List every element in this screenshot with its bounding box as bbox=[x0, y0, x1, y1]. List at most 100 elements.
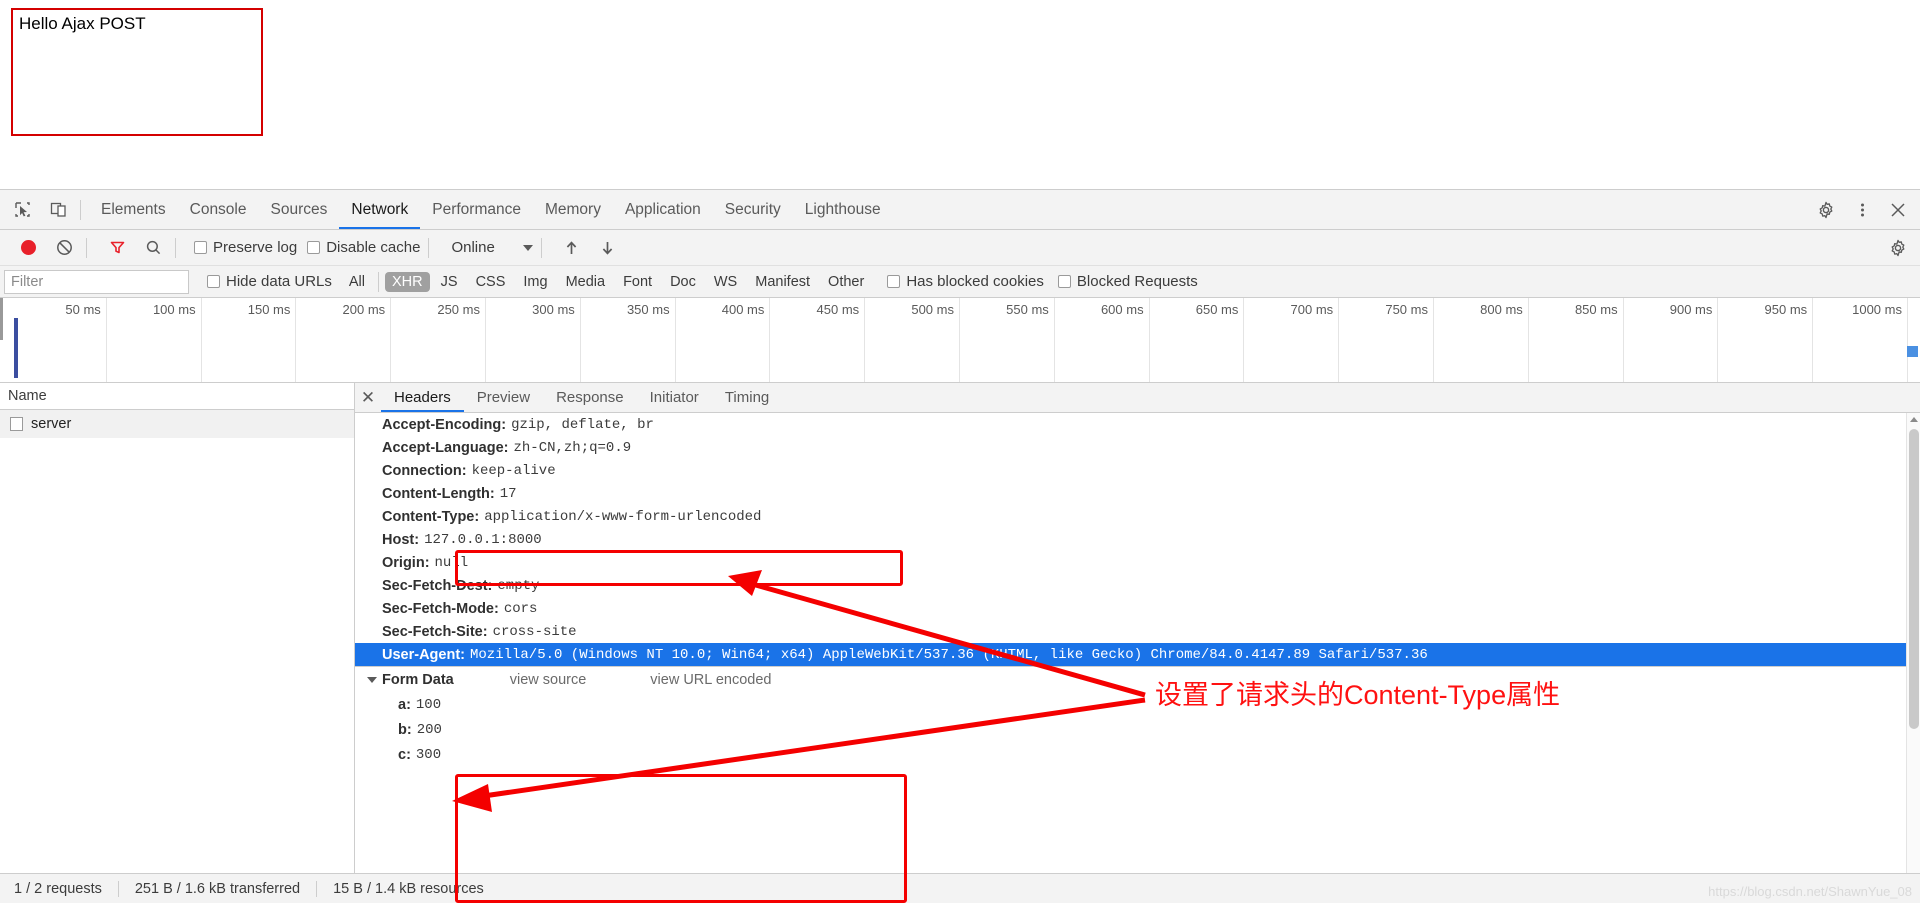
has-blocked-cookies-box-icon bbox=[887, 275, 901, 288]
type-filter-js[interactable]: JS bbox=[434, 272, 465, 292]
export-har-icon[interactable] bbox=[594, 234, 622, 262]
header-row[interactable]: Content-Type: application/x-www-form-urle… bbox=[355, 505, 1906, 528]
preserve-log-box-icon bbox=[194, 241, 207, 254]
timeline-tick: 200 ms bbox=[296, 298, 392, 382]
timeline-tick-label: 150 ms bbox=[247, 302, 291, 317]
type-filter-divider bbox=[378, 271, 380, 292]
network-toolbar-actions bbox=[1876, 234, 1920, 262]
tab-timing[interactable]: Timing bbox=[712, 383, 782, 412]
timeline-tick: 600 ms bbox=[1055, 298, 1150, 382]
network-settings-gear-icon[interactable] bbox=[1884, 234, 1912, 262]
timeline-tick: 650 ms bbox=[1150, 298, 1245, 382]
close-details-icon[interactable]: ✕ bbox=[355, 388, 381, 408]
type-filter-all[interactable]: All bbox=[342, 272, 372, 292]
tab-initiator[interactable]: Initiator bbox=[637, 383, 712, 412]
more-options-icon[interactable] bbox=[1848, 196, 1876, 224]
tab-security[interactable]: Security bbox=[713, 190, 793, 229]
header-value: keep-alive bbox=[471, 462, 556, 479]
filter-funnel-icon[interactable] bbox=[103, 234, 131, 262]
network-lower-area: Name server ✕ Headers Preview Response I… bbox=[0, 383, 1920, 891]
header-row[interactable]: Content-Length: 17 bbox=[355, 482, 1906, 505]
details-scrollbar[interactable] bbox=[1906, 413, 1920, 891]
toolbar-divider bbox=[80, 199, 81, 220]
preserve-log-label: Preserve log bbox=[213, 239, 298, 256]
tab-headers[interactable]: Headers bbox=[381, 383, 464, 412]
header-row[interactable]: Accept-Encoding: gzip, deflate, br bbox=[355, 413, 1906, 436]
hide-data-urls-checkbox[interactable]: Hide data URLs bbox=[207, 273, 332, 290]
has-blocked-cookies-checkbox[interactable]: Has blocked cookies bbox=[887, 273, 1044, 290]
form-data-row[interactable]: b: 200 bbox=[355, 717, 1906, 742]
tab-console[interactable]: Console bbox=[178, 190, 259, 229]
tab-sources[interactable]: Sources bbox=[259, 190, 340, 229]
close-icon[interactable] bbox=[1884, 196, 1912, 224]
disable-cache-checkbox[interactable]: Disable cache bbox=[307, 239, 420, 256]
status-requests: 1 / 2 requests bbox=[14, 880, 102, 897]
timeline-tick-label: 850 ms bbox=[1574, 302, 1618, 317]
preserve-log-checkbox[interactable]: Preserve log bbox=[194, 239, 297, 256]
header-row[interactable]: Host: 127.0.0.1:8000 bbox=[355, 528, 1906, 551]
hide-data-urls-box-icon bbox=[207, 275, 220, 288]
header-row[interactable]: Connection: keep-alive bbox=[355, 459, 1906, 482]
blocked-requests-checkbox[interactable]: Blocked Requests bbox=[1057, 273, 1198, 290]
toolbar-divider-2 bbox=[86, 237, 87, 258]
timeline-tick-label: 50 ms bbox=[65, 302, 101, 317]
details-scrollbar-thumb[interactable] bbox=[1909, 429, 1919, 729]
network-filter-row: Hide data URLs All XHR JS CSS Img Media … bbox=[0, 266, 1920, 298]
gear-icon[interactable] bbox=[1812, 196, 1840, 224]
record-button[interactable] bbox=[14, 234, 42, 262]
table-row[interactable]: server bbox=[0, 410, 354, 438]
timeline-tick-label: 450 ms bbox=[816, 302, 860, 317]
timeline-tick: 850 ms bbox=[1529, 298, 1624, 382]
hide-data-urls-label: Hide data URLs bbox=[226, 273, 332, 290]
inspect-element-icon[interactable] bbox=[8, 196, 36, 224]
type-filter-img[interactable]: Img bbox=[516, 272, 554, 292]
tab-response[interactable]: Response bbox=[543, 383, 637, 412]
form-data-section-header[interactable]: Form Data view source view URL encoded bbox=[355, 666, 1906, 692]
tab-memory[interactable]: Memory bbox=[533, 190, 613, 229]
header-value: zh-CN,zh;q=0.9 bbox=[513, 439, 632, 456]
timeline-tick: 800 ms bbox=[1434, 298, 1529, 382]
import-har-icon[interactable] bbox=[558, 234, 586, 262]
type-filter-ws[interactable]: WS bbox=[707, 272, 744, 292]
network-overview-timeline[interactable]: 50 ms 100 ms 150 ms 200 ms 250 ms 300 ms 350 m… bbox=[0, 298, 1920, 383]
filter-input[interactable] bbox=[4, 269, 189, 294]
status-resources: 15 B / 1.4 kB resources bbox=[333, 880, 484, 897]
tab-application[interactable]: Application bbox=[613, 190, 713, 229]
view-source-link[interactable]: view source bbox=[510, 672, 587, 688]
type-filter-doc[interactable]: Doc bbox=[663, 272, 703, 292]
tab-performance[interactable]: Performance bbox=[420, 190, 533, 229]
throttling-select[interactable]: Online bbox=[451, 239, 533, 256]
form-data-value: 200 bbox=[416, 721, 442, 738]
scroll-up-arrow-icon[interactable] bbox=[1910, 417, 1918, 422]
clear-button[interactable] bbox=[50, 234, 78, 262]
toolbar-divider-5 bbox=[540, 237, 542, 258]
tab-elements[interactable]: Elements bbox=[89, 190, 178, 229]
blocked-requests-box-icon bbox=[1057, 275, 1071, 288]
header-row[interactable]: Accept-Language: zh-CN,zh;q=0.9 bbox=[355, 436, 1906, 459]
tab-lighthouse[interactable]: Lighthouse bbox=[793, 190, 893, 229]
header-name: Host: bbox=[382, 531, 420, 548]
type-filter-media[interactable]: Media bbox=[559, 272, 613, 292]
header-row[interactable]: User-Agent: Mozilla/5.0 (Windows NT 10.0;… bbox=[355, 643, 1906, 666]
form-data-row[interactable]: c: 300 bbox=[355, 742, 1906, 767]
header-value: cors bbox=[503, 600, 538, 617]
header-row[interactable]: Origin: null bbox=[355, 551, 1906, 574]
form-data-title: Form Data bbox=[382, 671, 454, 688]
type-filter-font[interactable]: Font bbox=[616, 272, 659, 292]
type-filter-other[interactable]: Other bbox=[821, 272, 871, 292]
screenshot-root: Hello Ajax POST Elements Console Sources… bbox=[0, 0, 1920, 903]
form-data-row[interactable]: a: 100 bbox=[355, 692, 1906, 717]
header-row[interactable]: Sec-Fetch-Site: cross-site bbox=[355, 620, 1906, 643]
device-toolbar-icon[interactable] bbox=[44, 196, 72, 224]
header-row[interactable]: Sec-Fetch-Dest: empty bbox=[355, 574, 1906, 597]
tab-network[interactable]: Network bbox=[339, 190, 420, 229]
type-filter-xhr[interactable]: XHR bbox=[385, 271, 430, 292]
search-icon[interactable] bbox=[139, 234, 167, 262]
tab-preview[interactable]: Preview bbox=[464, 383, 543, 412]
network-toolbar: Preserve log Disable cache Online bbox=[0, 230, 1920, 266]
type-filter-manifest[interactable]: Manifest bbox=[748, 272, 817, 292]
view-url-encoded-link[interactable]: view URL encoded bbox=[650, 672, 771, 688]
header-row[interactable]: Sec-Fetch-Mode: cors bbox=[355, 597, 1906, 620]
type-filter-css[interactable]: CSS bbox=[469, 272, 513, 292]
timeline-tick-label: 100 ms bbox=[152, 302, 196, 317]
